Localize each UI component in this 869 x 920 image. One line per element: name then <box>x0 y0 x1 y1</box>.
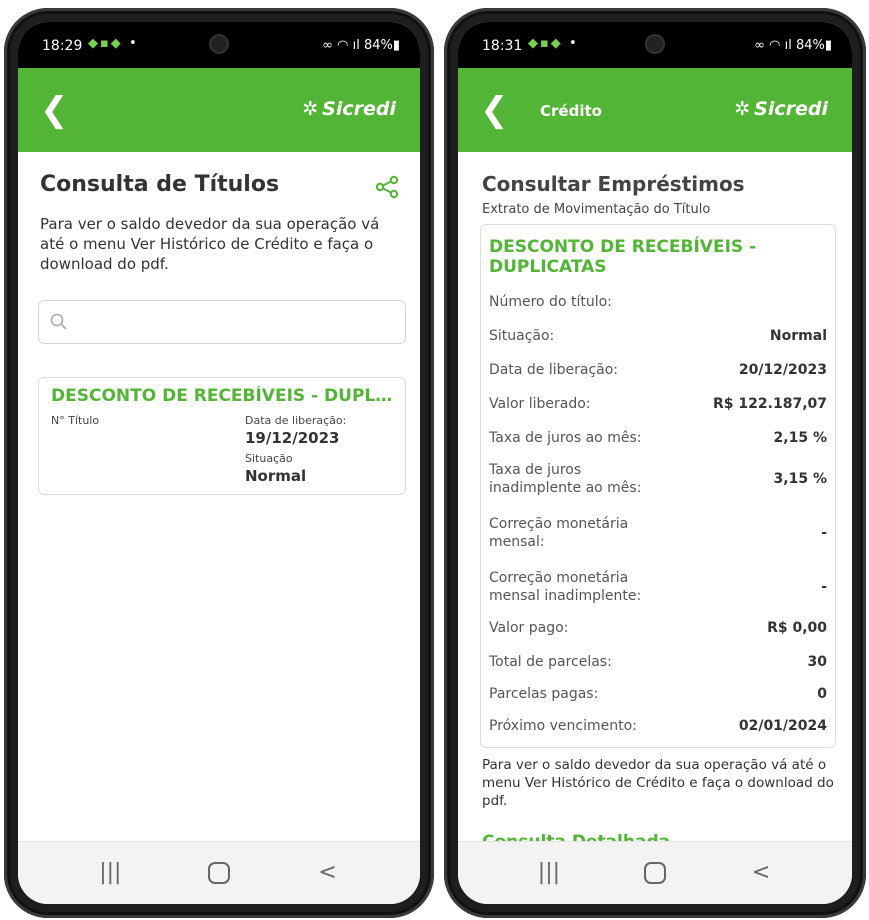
screen-right: 18:31 ◆▪◆ • ∞ ◠ ıl 84%▮ ❮ Crédito ✲ Sicre… <box>458 22 852 904</box>
back-arrow-icon[interactable]: ❮ <box>480 90 514 130</box>
detail-row-value: 02/01/2024 <box>738 718 827 734</box>
info-text: Para ver o saldo devedor da sua operação… <box>482 757 834 809</box>
recent-apps-icon[interactable]: ||| <box>90 858 130 888</box>
detail-row-label: Correção monetária mensal: <box>489 515 628 551</box>
detail-row-label-line: mensal inadimplente: <box>489 588 642 604</box>
detail-row-value: R$ 0,00 <box>767 620 827 636</box>
detail-row-label: Parcelas pagas: <box>489 685 598 703</box>
detail-row-label: Taxa de juros inadimplente ao mês: <box>489 461 641 497</box>
detail-row-label: Correção monetária mensal inadimplente: <box>489 569 641 605</box>
card-title-line1: DESCONTO DE RECEBÍVEIS - <box>489 237 757 257</box>
detail-row-label-line: Valor pago: <box>489 620 569 636</box>
status-time: 18:31 <box>482 38 523 54</box>
recent-apps-icon[interactable]: ||| <box>529 858 569 888</box>
system-nav-bar: ||| < <box>18 841 420 904</box>
status-bar: 18:29 ◆▪◆ • ∞ ◠ ıl 84%▮ <box>18 22 420 68</box>
detail-row-value: 20/12/2023 <box>738 362 827 378</box>
status-bar: 18:31 ◆▪◆ • ∞ ◠ ıl 84%▮ <box>458 22 852 68</box>
detail-row-value: - <box>821 525 827 541</box>
detail-row-label-line: Parcelas pagas: <box>489 686 599 702</box>
detail-row-label-line: Valor liberado: <box>489 396 591 412</box>
search-box[interactable] <box>38 300 406 344</box>
detail-row-label: Número do título: <box>489 293 612 311</box>
detail-row-label-line: Situação: <box>489 328 555 344</box>
detail-row-value: R$ 122.187,07 <box>713 396 827 412</box>
sicredi-logo-icon: ✲ <box>734 98 751 120</box>
app-bar: ❮ Crédito ✲ Sicredi <box>458 68 852 152</box>
front-camera <box>647 36 663 52</box>
front-camera <box>211 36 227 52</box>
titulo-number-label: N° Título <box>51 414 100 427</box>
detail-row-value: 2,15 % <box>773 430 827 446</box>
battery-level: 84% <box>363 38 393 53</box>
system-icons: ∞ ◠ ıl 84%▮ <box>754 38 832 53</box>
loan-detail-card: DESCONTO DE RECEBÍVEIS - DUPLICATAS Núme… <box>480 224 836 748</box>
notification-icons: ◆▪◆ • <box>528 36 579 51</box>
detail-row-value: Normal <box>769 328 827 344</box>
detail-row-label-line: Próximo vencimento: <box>489 718 637 734</box>
phone-left: 18:29 ◆▪◆ • ∞ ◠ ıl 84%▮ ❮ ✲ Sicredi Consu… <box>4 8 434 918</box>
detail-row-value: 30 <box>807 654 827 670</box>
detail-row-label: Valor pago: <box>489 619 568 637</box>
detail-row-label-line: Taxa de juros <box>489 462 582 478</box>
detail-row-value: 3,15 % <box>773 471 827 487</box>
release-date-label: Data de liberação: <box>245 414 347 427</box>
detail-row-label: Data de liberação: <box>489 361 618 379</box>
detail-row-label-line: Data de liberação: <box>489 362 619 378</box>
titulo-card[interactable]: DESCONTO DE RECEBÍVEIS - DUPLICATAS N° T… <box>38 377 406 495</box>
back-arrow-icon[interactable]: ❮ <box>40 90 74 130</box>
brand-logo: ✲ Sicredi <box>302 98 396 120</box>
brand-logo: ✲ Sicredi <box>734 98 828 120</box>
system-icons: ∞ ◠ ıl 84%▮ <box>322 38 400 53</box>
card-title: DESCONTO DE RECEBÍVEIS - DUPLICATAS <box>489 237 827 277</box>
sicredi-logo-icon: ✲ <box>302 98 319 120</box>
nav-back-icon[interactable]: < <box>308 858 348 888</box>
home-icon[interactable] <box>199 858 239 888</box>
app-bar: ❮ ✲ Sicredi <box>18 68 420 152</box>
detail-row-label: Taxa de juros ao mês: <box>489 429 641 447</box>
search-icon <box>50 313 67 330</box>
detail-row-label: Valor liberado: <box>489 395 591 413</box>
page-title: Consultar Empréstimos <box>482 172 745 196</box>
detail-row-label-line: Número do título: <box>489 294 612 310</box>
notification-icons: ◆▪◆ • <box>88 36 139 51</box>
detail-row-label-line: Correção monetária <box>489 570 629 586</box>
nav-back-icon[interactable]: < <box>741 858 781 888</box>
card-title-line2: DUPLICATAS <box>489 257 607 277</box>
detail-row-value: 0 <box>817 686 827 702</box>
detail-row-label: Situação: <box>489 327 554 345</box>
detail-row-label-line: Taxa de juros ao mês: <box>489 430 642 446</box>
detail-row-value: - <box>821 579 827 595</box>
page-title: Consulta de Títulos <box>40 172 280 197</box>
share-icon[interactable] <box>374 174 400 200</box>
status-label: Situação <box>245 452 293 465</box>
phone-right: 18:31 ◆▪◆ • ∞ ◠ ıl 84%▮ ❮ Crédito ✲ Sicre… <box>444 8 866 918</box>
main-content: Consultar Empréstimos Extrato de Movimen… <box>458 152 852 842</box>
card-title: DESCONTO DE RECEBÍVEIS - DUPLICATAS <box>51 386 397 406</box>
detail-row-label-line: Correção monetária <box>489 516 629 532</box>
battery-level: 84% <box>795 38 825 53</box>
system-nav-bar: ||| < <box>458 841 852 904</box>
main-content: Consulta de Títulos Para ver o saldo dev… <box>18 152 420 842</box>
detail-row-label-line: mensal: <box>489 534 545 550</box>
brand-name: Sicredi <box>322 98 396 120</box>
search-input[interactable] <box>81 309 397 337</box>
info-text: Para ver o saldo devedor da sua operação… <box>40 215 380 273</box>
appbar-title: Crédito <box>540 102 602 120</box>
detail-row-label: Próximo vencimento: <box>489 717 637 735</box>
home-icon[interactable] <box>635 858 675 888</box>
detail-row-label: Total de parcelas: <box>489 653 612 671</box>
brand-name: Sicredi <box>754 98 828 120</box>
page-subtitle: Extrato de Movimentação do Título <box>482 202 711 217</box>
screen-left: 18:29 ◆▪◆ • ∞ ◠ ıl 84%▮ ❮ ✲ Sicredi Consu… <box>18 22 420 904</box>
status-value: Normal <box>245 467 307 485</box>
detail-row-label-line: Total de parcelas: <box>489 654 612 670</box>
detail-row-label-line: inadimplente ao mês: <box>489 480 642 496</box>
release-date-value: 19/12/2023 <box>245 429 340 447</box>
status-time: 18:29 <box>42 38 83 54</box>
